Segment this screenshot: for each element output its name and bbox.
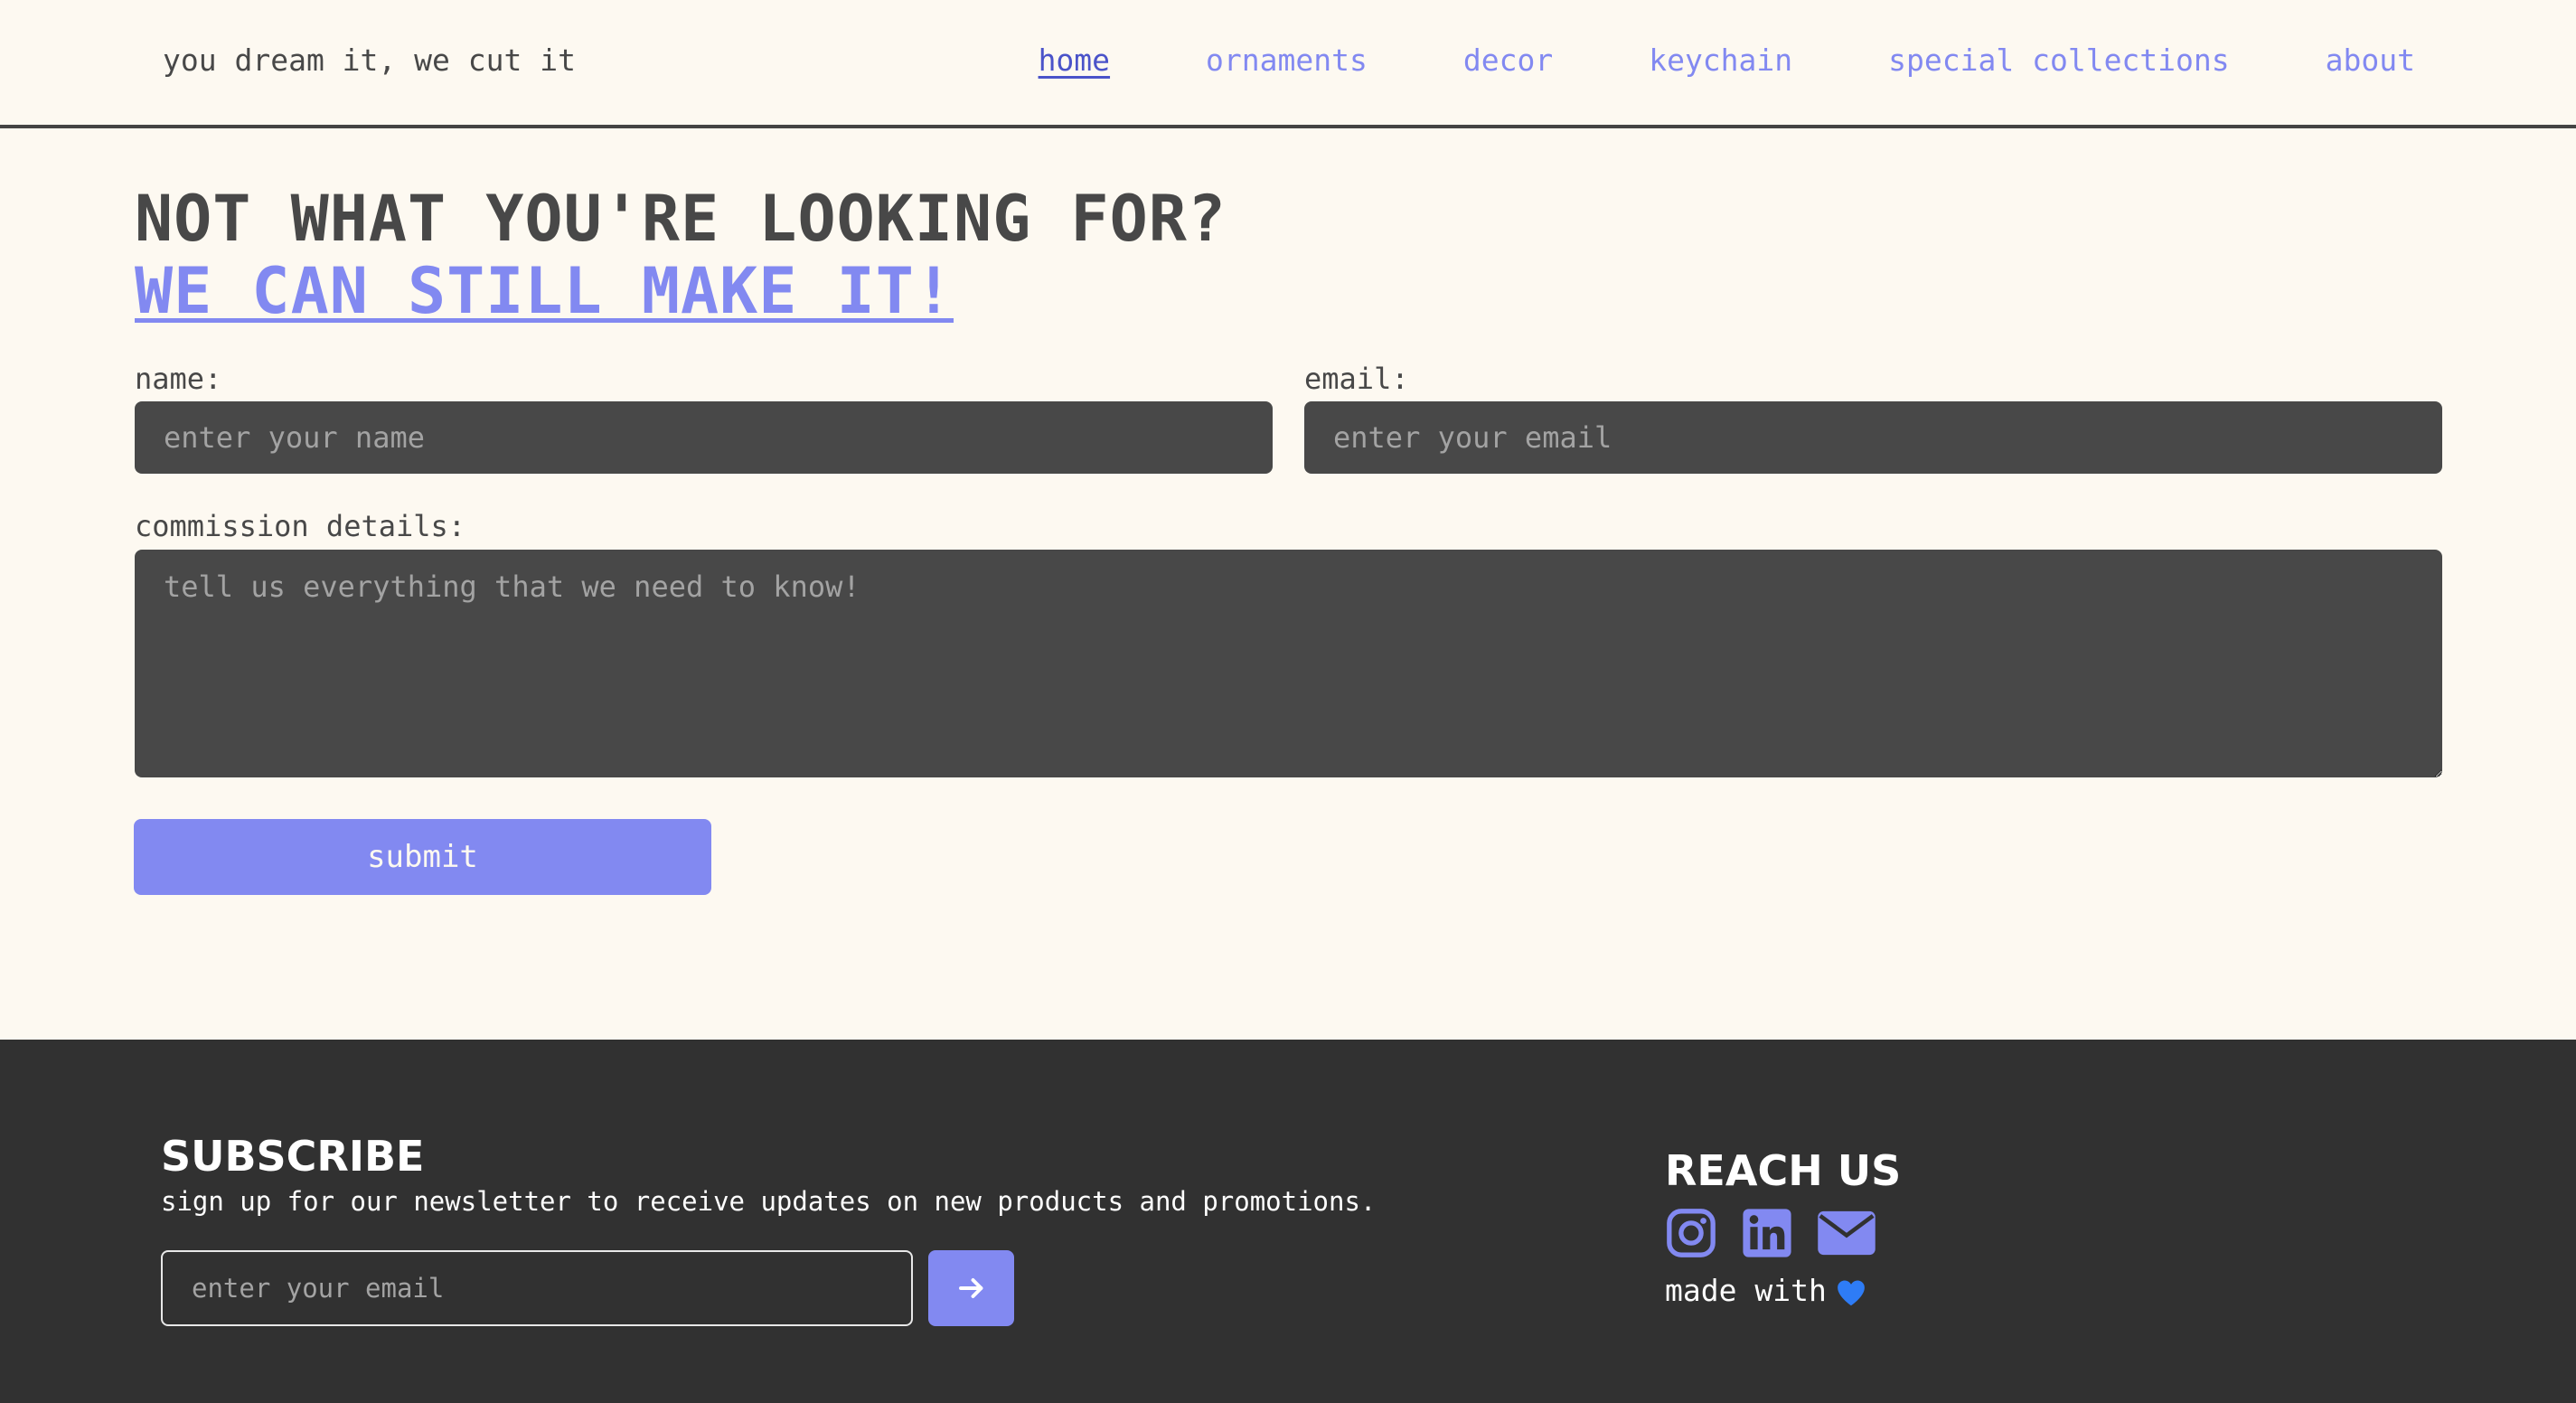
nav-keychain[interactable]: keychain: [1649, 42, 1792, 78]
blue-heart-icon: [1837, 1280, 1865, 1305]
site-footer: SUBSCRIBE sign up for our newsletter to …: [0, 1040, 2576, 1403]
email-icon[interactable]: [1817, 1210, 1876, 1257]
made-with-note: made with: [1665, 1273, 1866, 1308]
linkedin-icon[interactable]: [1741, 1207, 1793, 1259]
made-with-text: made with: [1665, 1273, 1827, 1308]
site-header: you dream it, we cut it home ornaments d…: [0, 0, 2576, 128]
commission-details-textarea[interactable]: [135, 550, 2442, 777]
email-label: email:: [1304, 362, 1409, 396]
nav-special-collections[interactable]: special collections: [1888, 42, 2230, 78]
submit-button[interactable]: submit: [134, 819, 711, 895]
social-links: [1665, 1207, 1876, 1259]
subscribe-description: sign up for our newsletter to receive up…: [161, 1186, 1377, 1217]
nav-home[interactable]: home: [1039, 42, 1110, 78]
page-title: NOT WHAT YOU'RE LOOKING FOR?: [135, 182, 1227, 256]
newsletter-submit-button[interactable]: [928, 1250, 1014, 1326]
nav-decor[interactable]: decor: [1463, 42, 1553, 78]
site-tagline: you dream it, we cut it: [163, 42, 576, 78]
subscribe-title: SUBSCRIBE: [161, 1132, 425, 1181]
nav-about[interactable]: about: [2326, 42, 2415, 78]
page-subtitle: WE CAN STILL MAKE IT!: [135, 254, 954, 328]
instagram-icon[interactable]: [1665, 1207, 1717, 1259]
main-nav: home ornaments decor keychain special co…: [1039, 42, 2415, 78]
name-label: name:: [135, 362, 222, 396]
commission-details-label: commission details:: [135, 509, 466, 543]
name-input[interactable]: [135, 401, 1273, 474]
reach-us-title: REACH US: [1665, 1146, 1902, 1195]
email-input[interactable]: [1304, 401, 2442, 474]
nav-ornaments[interactable]: ornaments: [1206, 42, 1368, 78]
arrow-right-icon: [958, 1278, 982, 1298]
newsletter-email-input[interactable]: [161, 1250, 913, 1326]
